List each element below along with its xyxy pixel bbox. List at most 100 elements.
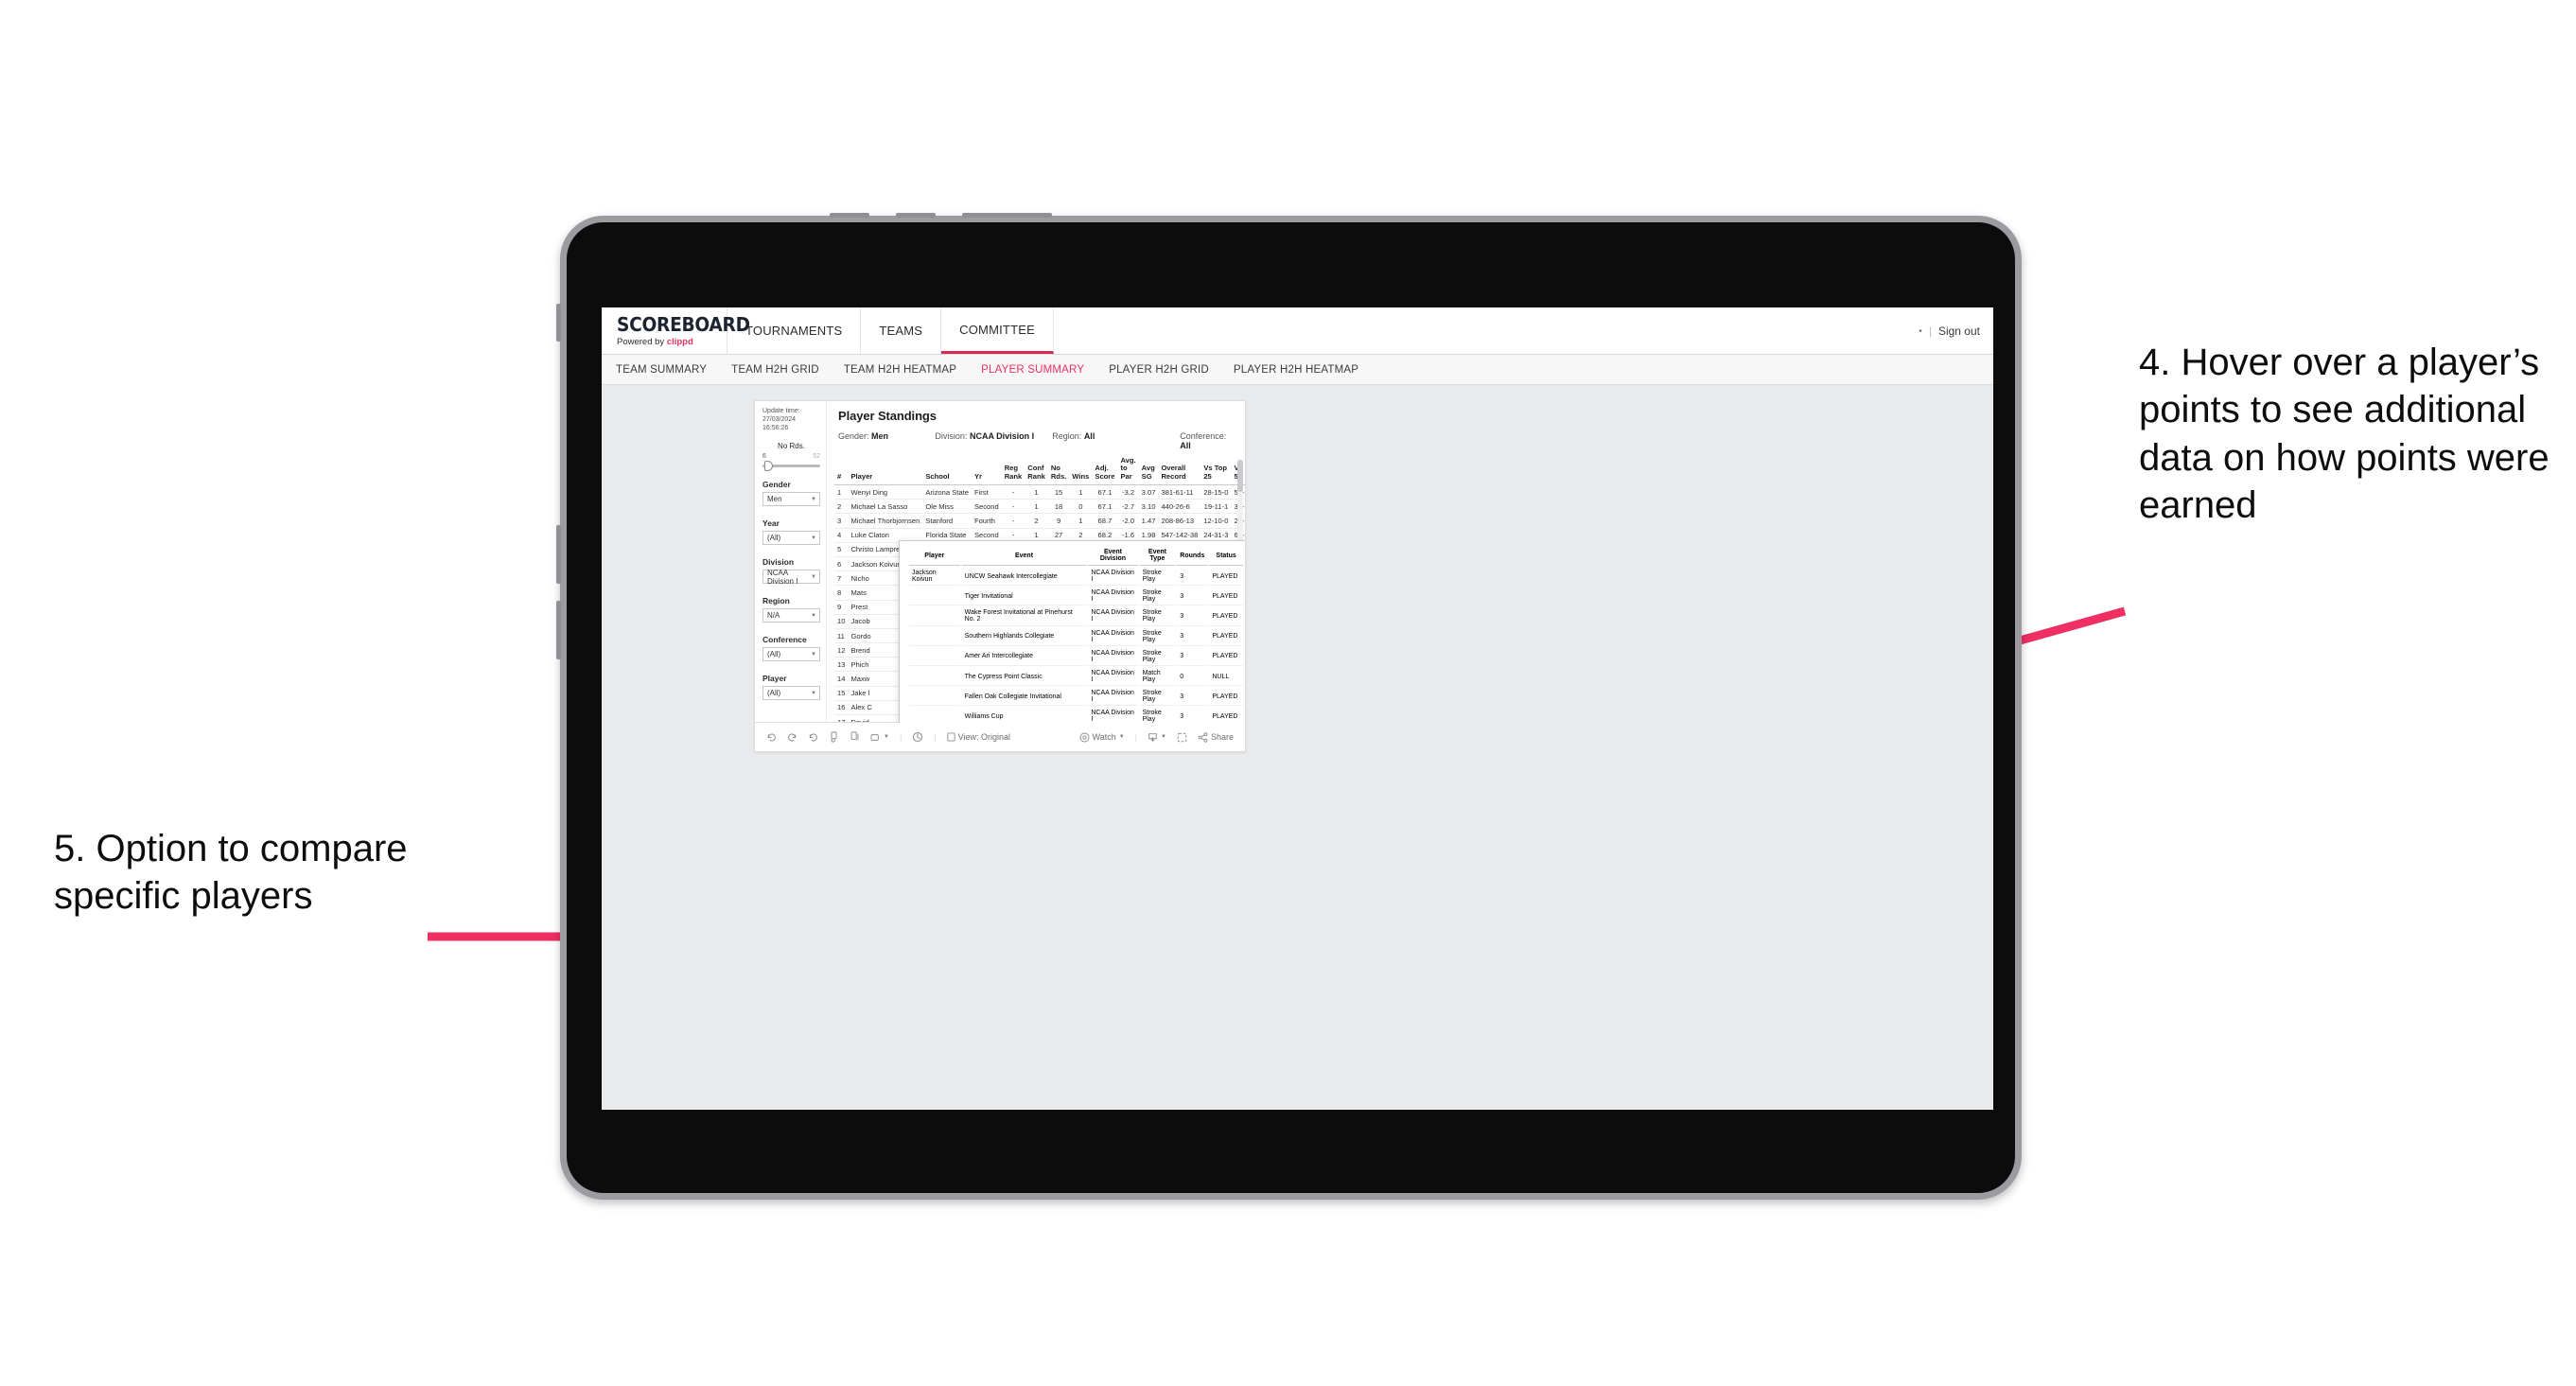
avg-sg-cell: 1.47 (1138, 513, 1159, 529)
account-separator: | (1928, 324, 1932, 338)
col-player[interactable]: Player (848, 455, 923, 486)
no-rds-cell: 18 (1047, 499, 1070, 515)
tooltip-status-cell: PLAYED (1209, 708, 1243, 723)
filter-year-select[interactable]: (All) ▼ (762, 531, 820, 546)
filter-gender-select[interactable]: Men ▼ (762, 492, 820, 507)
table-scrollbar-thumb[interactable] (1237, 460, 1243, 492)
col-overall-record[interactable]: Overall Record (1158, 455, 1201, 486)
col-vs-top-25[interactable]: Vs Top 25 (1200, 455, 1232, 486)
sign-out-link[interactable]: Sign out (1938, 325, 1980, 338)
col-reg-rank[interactable]: Reg Rank (1001, 455, 1025, 486)
slider-handle[interactable] (764, 461, 773, 472)
tooltip-rounds-cell: 3 (1177, 568, 1208, 587)
summary-division: Division: NCAA Division I (935, 431, 1052, 450)
table-row[interactable]: 2 Michael La Sasso Ole Miss Second -1 18 0 67.1… (834, 499, 1245, 515)
subnav-item-team-h2h-grid[interactable]: TEAM H2H GRID (731, 364, 819, 376)
filter-conference-select[interactable]: (All) ▼ (762, 647, 820, 662)
tooltip-event-division-cell: NCAA Division I (1088, 668, 1138, 687)
subnav-item-player-h2h-heatmap[interactable]: PLAYER H2H HEATMAP (1234, 364, 1358, 376)
account-icon[interactable] (1919, 326, 1922, 335)
refresh-icon[interactable] (829, 731, 839, 743)
player-cell: Michael Thorbjornsen (848, 513, 923, 529)
tooltip-player-cell (909, 628, 960, 646)
viz-toolbar: ▼ | | View: Original Watch ▼ | ▼ Share (755, 722, 1245, 751)
avg-to-par-cell: -2.0 (1117, 513, 1139, 529)
summary-conference-value: All (1180, 441, 1191, 450)
filter-division-value: NCAA Division I (767, 568, 798, 586)
vs-top-25-cell: 28-15-0 (1200, 484, 1232, 500)
update-time-value: 27/03/2024 16:56:26 (762, 415, 797, 431)
tooltip-status-cell: PLAYED (1209, 607, 1243, 626)
subnav-item-team-summary[interactable]: TEAM SUMMARY (616, 364, 707, 376)
subnav-item-player-summary[interactable]: PLAYER SUMMARY (981, 364, 1084, 376)
watch-button[interactable]: Watch ▼ (1079, 732, 1125, 743)
rank-cell: 16 (834, 700, 849, 716)
download-icon[interactable]: ▼ (1148, 732, 1166, 743)
view-original-dropdown-icon[interactable]: ▼ (870, 733, 889, 742)
rounds-slider-max: 52 (813, 453, 820, 461)
subnav-item-player-h2h-grid[interactable]: PLAYER H2H GRID (1109, 364, 1209, 376)
account-area: | Sign out (1919, 307, 1993, 354)
summary-conference: Conference: All (1180, 431, 1235, 450)
tooltip-table-body: Jackson Koivun UNCW Seahawk Intercollegia… (909, 568, 1245, 723)
filter-player-select[interactable]: (All) ▼ (762, 686, 820, 701)
col-yr[interactable]: Yr (971, 455, 1002, 486)
tooltip-player-cell (909, 607, 960, 626)
dashboard-header: Player Standings Gender: Men Division: N… (827, 401, 1245, 455)
rank-cell: 11 (834, 628, 849, 644)
filter-division-select[interactable]: NCAA Division I ▼ (762, 568, 820, 586)
dashboard-content: Player Standings Gender: Men Division: N… (827, 401, 1245, 723)
tooltip-event-type-cell: Stroke Play (1139, 607, 1176, 626)
table-row[interactable]: 3 Michael Thorbjornsen Stanford Fourth -2 9 1 6… (834, 513, 1245, 529)
subnav-item-team-h2h-heatmap[interactable]: TEAM H2H HEATMAP (844, 364, 956, 376)
filter-gender: Gender Men ▼ (762, 480, 820, 507)
undo-icon[interactable] (766, 732, 777, 743)
share-button[interactable]: Share (1198, 731, 1234, 743)
nav-item-committee[interactable]: COMMITTEE (941, 307, 1054, 354)
watch-label: Watch (1092, 732, 1116, 742)
tooltip-event-division-cell: NCAA Division I (1088, 708, 1137, 723)
table-row[interactable]: 1 Wenyi Ding Arizona State First -1 15 1 67.1 -3… (834, 484, 1245, 500)
vs-top-25-cell: 12-10-0 (1200, 513, 1232, 529)
fullscreen-icon[interactable] (1177, 732, 1187, 743)
avg-sg-cell: 3.07 (1138, 484, 1159, 500)
pause-auto-update-icon[interactable] (912, 731, 923, 743)
col-rank[interactable]: # (834, 455, 849, 486)
filter-rail: Update time: 27/03/2024 16:56:26 No Rds.… (755, 401, 827, 723)
brand-subtitle-prefix: Powered by (617, 336, 667, 347)
rank-cell: 2 (834, 499, 849, 515)
redo-icon[interactable] (787, 732, 797, 743)
col-school[interactable]: School (922, 455, 972, 486)
brand-logo[interactable]: SCOREBOARD Powered by clippd (602, 307, 750, 354)
device-top-button-3 (962, 213, 1052, 218)
nav-item-teams[interactable]: TEAMS (861, 307, 942, 354)
player-standings-dashboard: Update time: 27/03/2024 16:56:26 No Rds.… (754, 400, 1246, 752)
tooltip-event-division-cell: NCAA Division I (1088, 568, 1138, 587)
col-avg-to-par[interactable]: Avg. to Par (1117, 455, 1139, 486)
rounds-slider[interactable]: No Rds. 6 52 (762, 442, 820, 472)
tooltip-event-type-cell: Stroke Play (1139, 648, 1176, 666)
filter-region-value: N/A (767, 611, 780, 621)
rank-cell: 7 (834, 570, 849, 587)
revert-icon[interactable] (808, 732, 818, 743)
col-wins[interactable]: Wins (1069, 455, 1093, 486)
view-original-button[interactable]: View: Original (947, 732, 1010, 742)
tooltip-col-player: Player (909, 548, 960, 566)
col-conf-rank[interactable]: Conf Rank (1025, 455, 1048, 486)
rank-cell: 3 (834, 513, 849, 529)
page-title: Player Standings (838, 409, 937, 423)
slider-track[interactable] (762, 461, 820, 472)
tooltip-rounds-cell: 3 (1177, 688, 1208, 707)
chevron-down-icon: ▼ (811, 496, 816, 502)
filter-region-select[interactable]: N/A ▼ (762, 608, 820, 623)
col-avg-sg[interactable]: Avg SG (1138, 455, 1159, 486)
col-adj-score[interactable]: Adj. Score (1092, 455, 1118, 486)
filter-conference-label: Conference (762, 635, 807, 645)
tooltip-event-type-cell: Stroke Play (1139, 688, 1176, 707)
tooltip-row: Fallen Oak Collegiate Invitational NCAA D… (909, 688, 1245, 707)
summary-filter-strip: Gender: Men Division: NCAA Division I Re… (838, 431, 1235, 450)
col-no-rds[interactable]: No Rds. (1047, 455, 1070, 486)
pause-updates-icon[interactable] (850, 731, 860, 743)
device-volume-down-button (556, 601, 561, 659)
tooltip-event-type-cell: Match Play (1139, 668, 1176, 687)
